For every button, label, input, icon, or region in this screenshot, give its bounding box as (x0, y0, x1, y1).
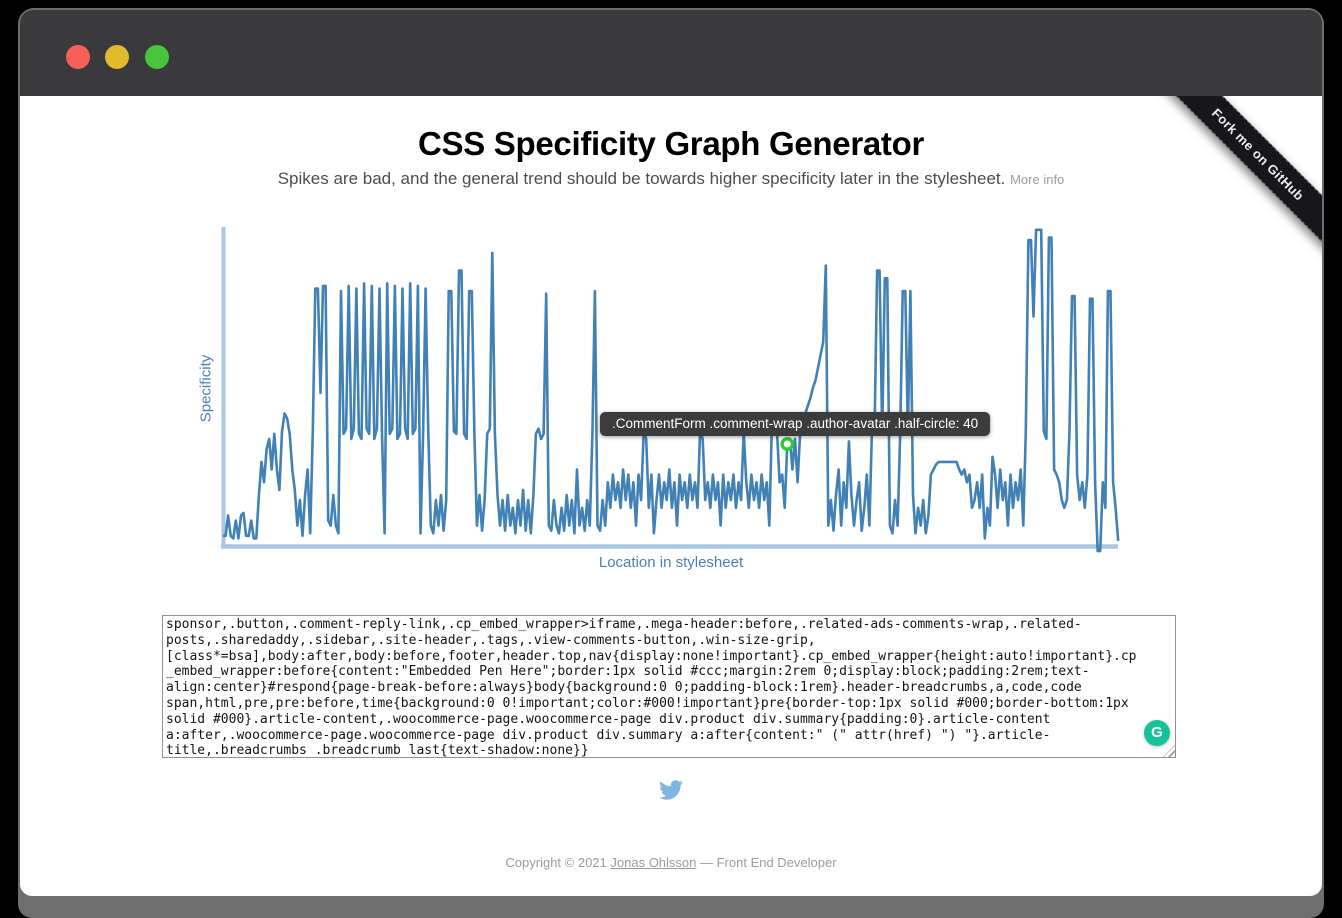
chart-tooltip: .CommentForm .comment-wrap .author-avata… (600, 412, 990, 436)
css-input-textarea[interactable]: sponsor,.button,.comment-reply-link,.cp_… (162, 615, 1176, 758)
page-content: Fork me on GitHub CSS Specificity Graph … (20, 96, 1322, 896)
copyright-prefix: Copyright © 2021 (505, 855, 610, 870)
copyright-suffix: — Front End Developer (696, 855, 836, 870)
minimize-button[interactable] (105, 45, 129, 69)
app-window: Fork me on GitHub CSS Specificity Graph … (18, 8, 1324, 918)
window-titlebar[interactable] (20, 10, 1322, 96)
x-axis-label: Location in stylesheet (20, 554, 1322, 571)
copyright-text: Copyright © 2021 Jonas Ohlsson — Front E… (20, 855, 1322, 870)
grammarly-icon[interactable]: G (1144, 720, 1170, 746)
twitter-icon[interactable] (657, 778, 685, 802)
y-axis-label: Specificity (198, 329, 215, 449)
specificity-chart[interactable] (20, 96, 1322, 596)
maximize-button[interactable] (145, 45, 169, 69)
author-link[interactable]: Jonas Ohlsson (610, 855, 696, 870)
close-button[interactable] (66, 45, 90, 69)
